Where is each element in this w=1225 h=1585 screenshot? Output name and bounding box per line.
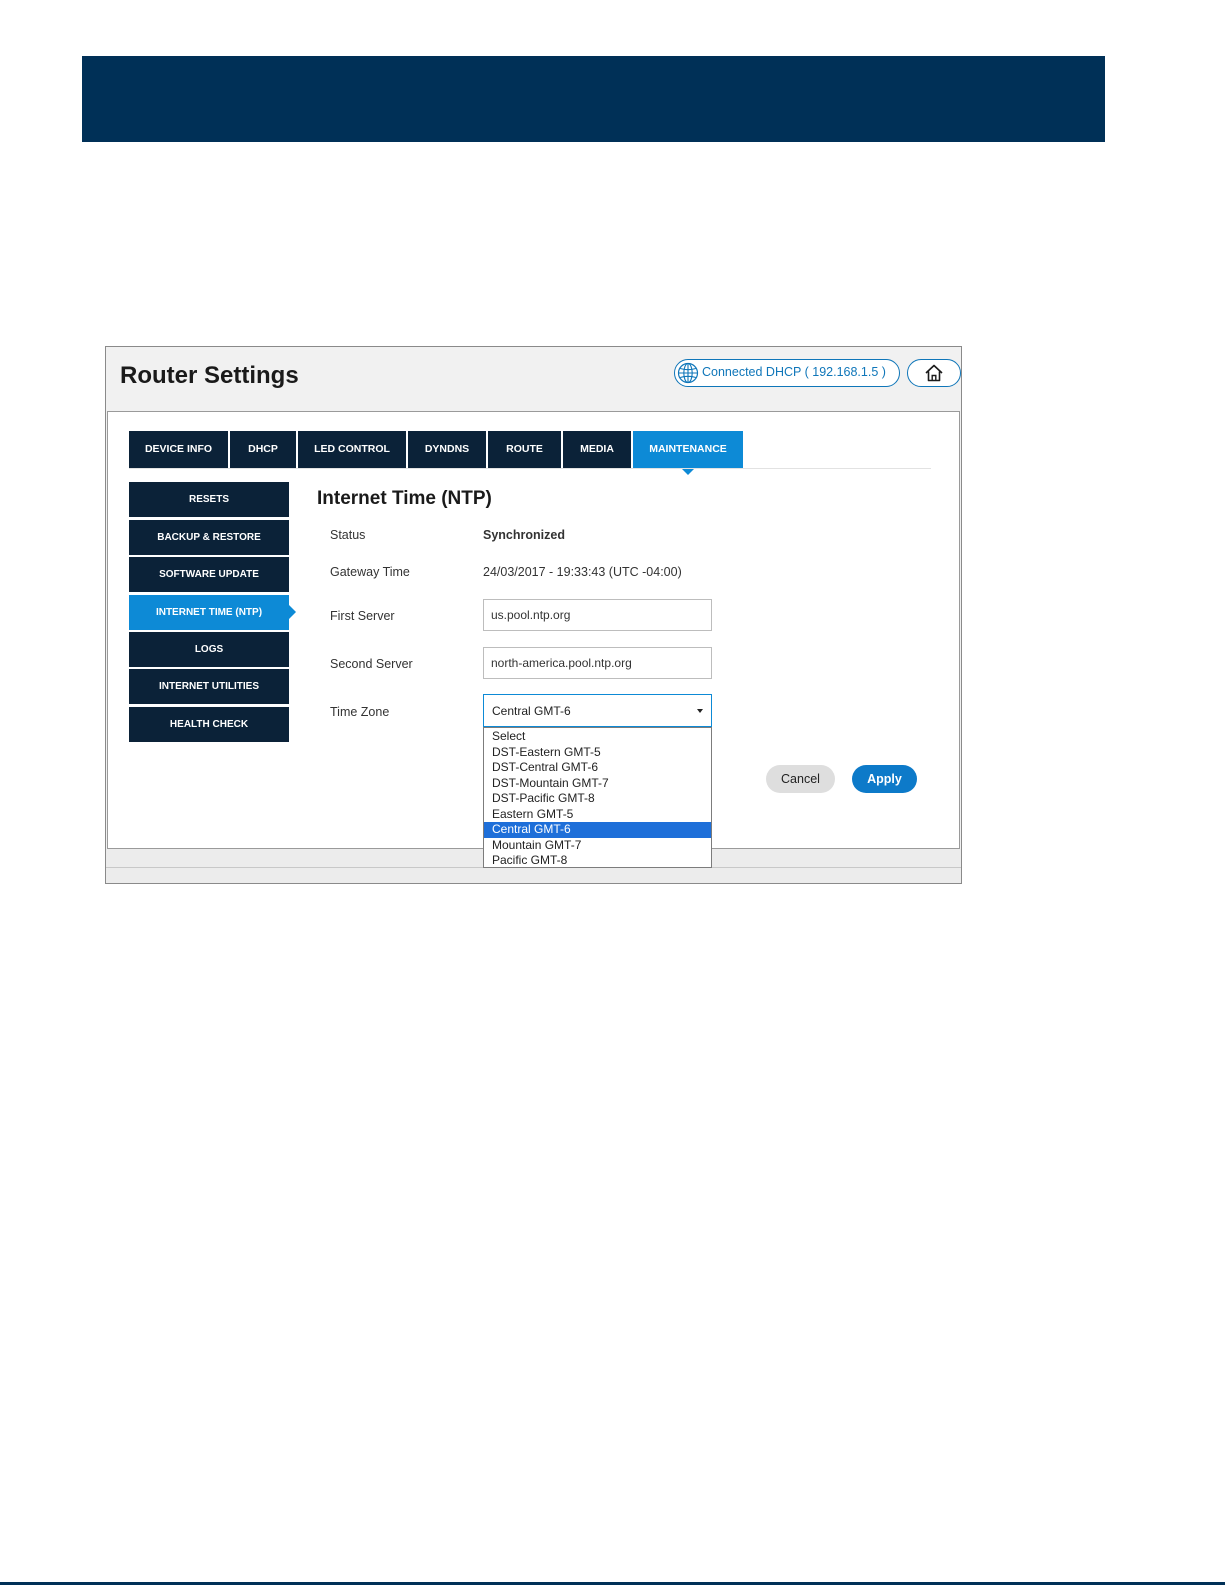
- time-zone-option[interactable]: Select: [484, 729, 711, 745]
- cancel-button[interactable]: Cancel: [766, 765, 835, 793]
- time-zone-option[interactable]: DST-Eastern GMT-5: [484, 745, 711, 761]
- time-zone-option[interactable]: DST-Mountain GMT-7: [484, 776, 711, 792]
- tab-device-info[interactable]: DEVICE INFO: [129, 431, 228, 468]
- connection-status-pill[interactable]: Connected DHCP ( 192.168.1.5 ): [674, 359, 900, 387]
- time-zone-option[interactable]: Mountain GMT-7: [484, 838, 711, 854]
- tab-media[interactable]: MEDIA: [563, 431, 631, 468]
- tab-divider: [129, 468, 931, 469]
- time-zone-option[interactable]: DST-Pacific GMT-8: [484, 791, 711, 807]
- sidebar-item-internet-utilities[interactable]: INTERNET UTILITIES: [129, 669, 289, 704]
- time-zone-label: Time Zone: [330, 705, 390, 719]
- window-header: Router Settings Connected DHCP ( 192.168…: [106, 347, 961, 411]
- sidebar-item-backup-restore[interactable]: BACKUP & RESTORE: [129, 520, 289, 555]
- second-server-label: Second Server: [330, 657, 413, 671]
- sidebar-item-internet-time[interactable]: INTERNET TIME (NTP): [129, 595, 289, 630]
- first-server-label: First Server: [330, 609, 395, 623]
- first-server-input[interactable]: us.pool.ntp.org: [483, 599, 712, 631]
- tab-maintenance[interactable]: MAINTENANCE: [633, 431, 743, 468]
- sidebar-item-logs[interactable]: LOGS: [129, 632, 289, 667]
- page-title: Router Settings: [120, 362, 299, 389]
- section-title: Internet Time (NTP): [317, 488, 492, 509]
- settings-panel: DEVICE INFO DHCP LED CONTROL DYNDNS ROUT…: [107, 411, 960, 868]
- time-zone-dropdown-list: Select DST-Eastern GMT-5 DST-Central GMT…: [483, 727, 712, 868]
- tab-route[interactable]: ROUTE: [488, 431, 561, 468]
- apply-button[interactable]: Apply: [852, 765, 917, 793]
- router-settings-window: Router Settings Connected DHCP ( 192.168…: [105, 346, 962, 884]
- tab-led-control[interactable]: LED CONTROL: [298, 431, 406, 468]
- caret-down-icon: [697, 709, 703, 713]
- globe-icon: [677, 362, 699, 384]
- status-label: Status: [330, 528, 366, 542]
- gateway-time-value: 24/03/2017 - 19:33:43 (UTC -04:00): [483, 565, 682, 579]
- time-zone-option[interactable]: Eastern GMT-5: [484, 807, 711, 823]
- time-zone-select[interactable]: Central GMT-6: [483, 694, 712, 727]
- second-server-input[interactable]: north-america.pool.ntp.org: [483, 647, 712, 679]
- sidebar-item-software-update[interactable]: SOFTWARE UPDATE: [129, 557, 289, 592]
- sidebar-item-resets[interactable]: RESETS: [129, 482, 289, 517]
- home-icon: [925, 364, 943, 382]
- page-header-banner: [82, 56, 1105, 142]
- time-zone-selected-value: Central GMT-6: [492, 704, 571, 718]
- home-button[interactable]: [907, 359, 961, 387]
- time-zone-option[interactable]: Central GMT-6: [484, 822, 711, 838]
- tab-dyndns[interactable]: DYNDNS: [408, 431, 486, 468]
- active-sidebar-pointer: [289, 605, 296, 619]
- tab-dhcp[interactable]: DHCP: [230, 431, 296, 468]
- time-zone-option[interactable]: Pacific GMT-8: [484, 853, 711, 869]
- sidebar-item-health-check[interactable]: HEALTH CHECK: [129, 707, 289, 742]
- connection-label: Connected DHCP ( 192.168.1.5 ): [702, 365, 886, 379]
- time-zone-option[interactable]: DST-Central GMT-6: [484, 760, 711, 776]
- gateway-time-label: Gateway Time: [330, 565, 410, 579]
- active-tab-pointer: [681, 468, 695, 475]
- status-value: Synchronized: [483, 528, 565, 542]
